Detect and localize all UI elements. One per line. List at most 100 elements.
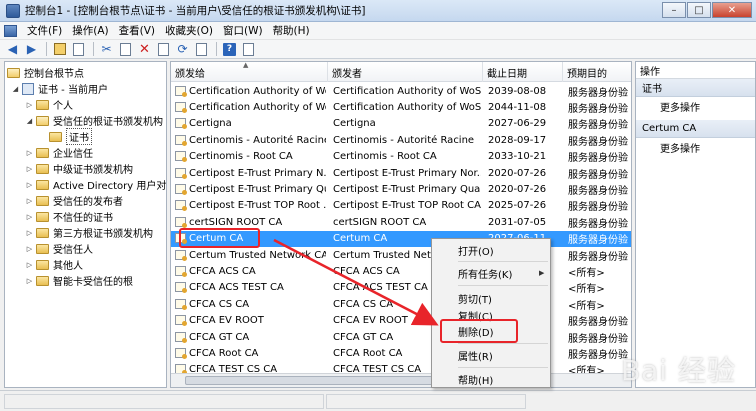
tree-item-smart-card-trusted-roots[interactable]: ▷ 智能卡受信任的根 [25,272,133,289]
tree-item-certs-current-user[interactable]: ◢ 证书 - 当前用户 [11,80,108,97]
table-row[interactable]: Certipost E-Trust TOP Root ... Certipost … [171,198,631,214]
menu-help[interactable]: 帮助(H) [268,23,315,38]
refresh-icon[interactable]: ⟳ [174,41,191,57]
certificate-icon [175,348,187,360]
table-row[interactable]: Certipost E-Trust Primary Qu... Certipost… [171,181,631,197]
table-row[interactable]: Certification Authority of Wo... Certific… [171,83,631,99]
tree-item-untrusted-certificates[interactable]: ▷ 不信任的证书 [25,208,113,225]
expand-arrow-icon[interactable]: ▷ [25,213,34,221]
context-cut[interactable]: 剪切(T) [458,290,492,306]
collapse-arrow-icon[interactable]: ◢ [25,117,34,125]
properties-icon[interactable] [155,41,172,57]
expand-arrow-icon[interactable]: ▷ [25,197,34,205]
cell-purpose: 服务器身份验 [568,235,628,247]
expand-arrow-icon[interactable]: ▷ [25,181,34,189]
more-actions-link[interactable]: 更多操作 [636,97,755,116]
folder-icon [36,195,49,206]
folder-icon [36,115,49,126]
cell-issuer: Certification Authority of WoSi... [333,102,481,114]
menu-favorites[interactable]: 收藏夹(O) [160,23,218,38]
table-row[interactable]: Certum Trusted Network CA Certum Trusted … [171,247,631,263]
menu-separator [458,261,548,262]
maximize-button[interactable]: □ [687,2,711,18]
column-header-expiration[interactable]: 截止日期 [483,62,563,82]
table-row[interactable]: CFCA Root CA CFCA Root CA 服务器身份验 [171,345,631,361]
table-row[interactable]: CFCA EV ROOT CFCA EV ROOT 服务器身份验 [171,313,631,329]
table-row[interactable]: Certigna Certigna 2027-06-29 服务器身份验 [171,116,631,132]
tree-item-trusted-root-ca[interactable]: ◢ 受信任的根证书颁发机构 [25,112,163,129]
table-row[interactable]: Certification Authority of Wo... Certific… [171,99,631,115]
table-row[interactable]: Certipost E-Trust Primary N... Certipost … [171,165,631,181]
tree-item-trusted-people[interactable]: ▷ 受信任人 [25,240,93,257]
menu-bar: 文件(F) 操作(A) 查看(V) 收藏夹(O) 窗口(W) 帮助(H) [0,22,756,40]
more-actions-link[interactable]: 更多操作 [636,138,755,157]
table-row[interactable]: CFCA CS CA CFCA CS CA <所有> [171,296,631,312]
folder-icon [36,211,49,222]
forward-icon[interactable]: ▶ [23,41,40,57]
delete-icon[interactable]: ✕ [136,41,153,57]
tree-item-certificates[interactable]: 证书 [49,128,92,145]
table-row[interactable]: CFCA ACS TEST CA CFCA ACS TEST CA <所有> [171,280,631,296]
folder-icon [36,179,49,190]
menu-view[interactable]: 查看(V) [114,23,160,38]
expand-arrow-icon[interactable]: ▷ [25,165,34,173]
cell-issued-to: CFCA ACS CA [175,266,326,278]
table-row[interactable]: CFCA ACS CA CFCA ACS CA <所有> [171,263,631,279]
context-menu: 打开(O) 所有任务(K) ▶ 剪切(T) 复制(C) 删除(D) 属性(R) … [431,238,551,388]
context-help[interactable]: 帮助(H) [458,371,493,387]
cell-issued-to: CFCA CS CA [175,298,326,310]
certificate-icon [175,134,187,146]
context-open[interactable]: 打开(O) [458,242,494,258]
collapse-arrow-icon[interactable]: ◢ [11,85,20,93]
table-row[interactable]: Certinomis - Autorité Racine Certinomis -… [171,132,631,148]
back-icon[interactable]: ◀ [4,41,21,57]
expand-arrow-icon[interactable]: ▷ [25,149,34,157]
menu-file[interactable]: 文件(F) [22,23,67,38]
up-folder-icon[interactable] [51,41,68,57]
watermark: Bai 经验 [620,354,736,387]
table-row[interactable]: Certinomis - Root CA Certinomis - Root CA… [171,149,631,165]
column-header-issued-to[interactable]: 颁发给 ▲ [171,62,328,82]
tree-item-enterprise-trust[interactable]: ▷ 企业信任 [25,144,93,161]
tree-item-console-root[interactable]: 控制台根节点 [7,64,84,81]
export-icon[interactable] [193,41,210,57]
context-all-tasks[interactable]: 所有任务(K) [458,265,512,281]
column-header-issuer[interactable]: 颁发者 [328,62,483,82]
help-icon[interactable]: ? [221,41,238,57]
expand-arrow-icon[interactable]: ▷ [25,261,34,269]
certificate-icon [175,167,187,179]
cell-issued-to: Certinomis - Root CA [175,151,326,163]
table-row[interactable]: CFCA GT CA CFCA GT CA 服务器身份验 [171,329,631,345]
expand-arrow-icon[interactable]: ▷ [25,245,34,253]
menu-action[interactable]: 操作(A) [67,23,113,38]
console-tree-icon[interactable] [70,41,87,57]
expand-arrow-icon[interactable]: ▷ [25,229,34,237]
horizontal-scrollbar[interactable] [171,373,631,387]
context-properties[interactable]: 属性(R) [458,347,493,363]
tree-item-other-people[interactable]: ▷ 其他人 [25,256,83,273]
close-button[interactable]: ✕ [712,2,752,18]
issued-to-text: Certification Authority of Wo... [189,85,326,97]
certificate-icon [175,331,187,343]
actions-group-certificates[interactable]: 证书 [636,79,755,97]
cell-expiration: 2033-10-21 [488,151,547,163]
cell-expiration: 2028-09-17 [488,134,547,146]
tree-item-third-party-root-ca[interactable]: ▷ 第三方根证书颁发机构 [25,224,153,241]
console-menu-icon[interactable] [4,24,17,37]
minimize-button[interactable]: – [662,2,686,18]
tree-item-personal[interactable]: ▷ 个人 [25,96,73,113]
actions-group-certum-ca[interactable]: Certum CA [636,120,755,138]
highlight-selected-certificate [179,228,260,248]
tree-item-active-directory-user-object[interactable]: ▷ Active Directory 用户对象 [25,176,166,193]
column-header-purpose[interactable]: 预期目的 [563,62,631,82]
certificate-icon [175,266,187,278]
copy-icon[interactable] [117,41,134,57]
view-icon[interactable] [240,41,257,57]
tree-item-trusted-publishers[interactable]: ▷ 受信任的发布者 [25,192,123,209]
expand-arrow-icon[interactable]: ▷ [25,101,34,109]
cut-icon[interactable]: ✂ [98,41,115,57]
menu-window[interactable]: 窗口(W) [218,23,268,38]
tree-item-intermediate-ca[interactable]: ▷ 中级证书颁发机构 [25,160,133,177]
expand-arrow-icon[interactable]: ▷ [25,277,34,285]
certificate-icon [175,151,187,163]
